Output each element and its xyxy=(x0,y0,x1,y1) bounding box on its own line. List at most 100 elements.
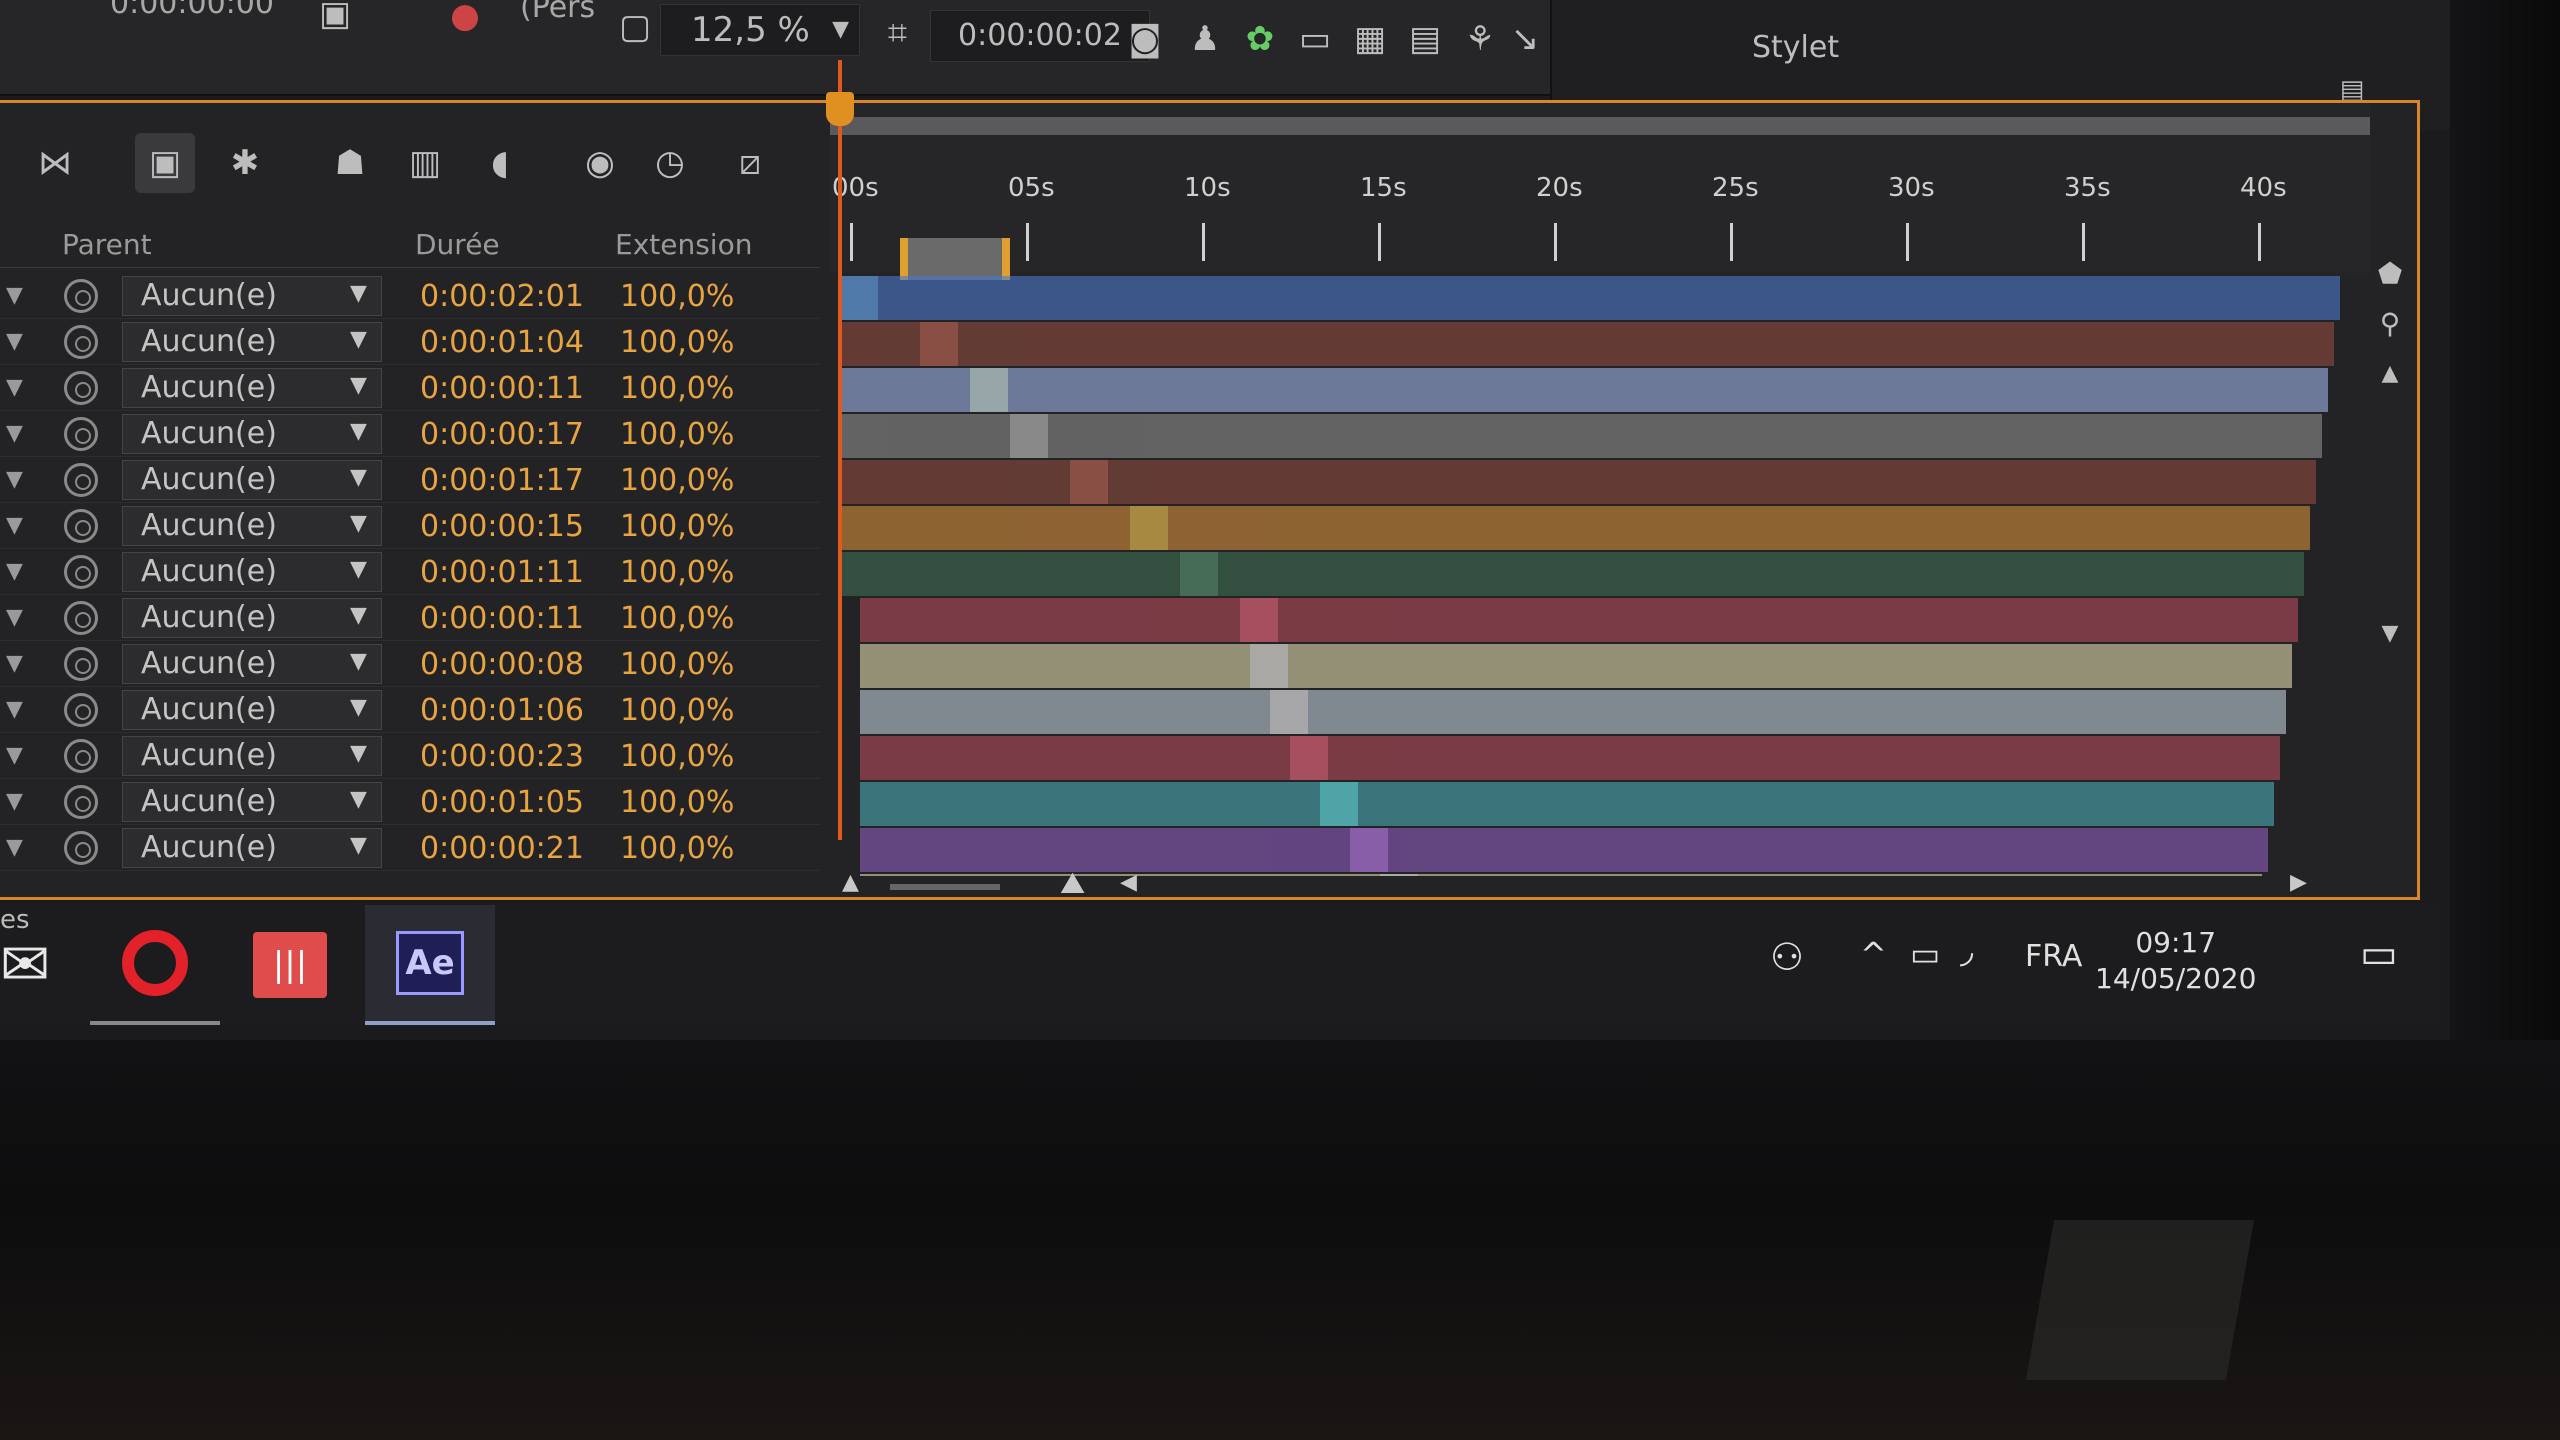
layer-bar[interactable] xyxy=(860,644,2292,688)
layer-in-segment[interactable] xyxy=(920,322,958,366)
stopwatch-icon[interactable]: ◷ xyxy=(640,133,700,193)
layer-duration[interactable]: 0:00:00:11 xyxy=(420,601,584,636)
pick-whip-icon[interactable] xyxy=(64,785,98,819)
shy-layers-icon[interactable]: ☗ xyxy=(320,133,380,193)
pick-whip-icon[interactable] xyxy=(64,601,98,635)
layer-in-segment[interactable] xyxy=(1130,506,1168,550)
layer-in-segment[interactable] xyxy=(1350,828,1388,872)
twirl-down-icon[interactable]: ▼ xyxy=(6,743,30,768)
parent-select[interactable]: Aucun(e) xyxy=(122,644,382,684)
parent-select[interactable]: Aucun(e) xyxy=(122,460,382,500)
transparency-icon[interactable]: ▭ xyxy=(1290,14,1340,64)
layer-bar[interactable] xyxy=(840,460,2316,504)
layer-bar[interactable] xyxy=(840,552,2304,596)
scroll-down-icon[interactable]: ▼ xyxy=(2370,613,2410,653)
layer-stretch[interactable]: 100,0% xyxy=(620,739,734,774)
parent-select[interactable]: Aucun(e) xyxy=(122,322,382,362)
panel-title-stylet[interactable]: Stylet xyxy=(1752,30,1839,65)
column-stretch[interactable]: Extension xyxy=(615,228,752,261)
layer-in-segment[interactable] xyxy=(1270,690,1308,734)
column-duration[interactable]: Durée xyxy=(415,228,500,261)
parent-select[interactable]: Aucun(e) xyxy=(122,598,382,638)
layer-row[interactable]: ▼ Aucun(e) ▼ 0:00:00:23 100,0% xyxy=(0,733,820,779)
layer-row[interactable]: ▼ Aucun(e) ▼ 0:00:02:01 100,0% xyxy=(0,273,820,319)
opera-app[interactable] xyxy=(90,905,220,1025)
layer-stretch[interactable]: 100,0% xyxy=(620,693,734,728)
twirl-down-icon[interactable]: ▼ xyxy=(6,789,30,814)
parent-select[interactable]: Aucun(e) xyxy=(122,506,382,546)
twirl-down-icon[interactable]: ▼ xyxy=(6,697,30,722)
layer-stretch[interactable]: 100,0% xyxy=(620,371,734,406)
motion-blur-icon[interactable]: ◖ xyxy=(470,133,530,193)
playhead-line[interactable] xyxy=(838,60,842,840)
graph-editor-icon[interactable]: ◉ xyxy=(570,133,630,193)
layer-duration[interactable]: 0:00:01:05 xyxy=(420,785,584,820)
layer-row[interactable]: ▼ Aucun(e) ▼ 0:00:01:05 100,0% xyxy=(0,779,820,825)
layer-duration[interactable]: 0:00:00:21 xyxy=(420,831,584,866)
layer-in-segment[interactable] xyxy=(1290,736,1328,780)
layer-in-segment[interactable] xyxy=(1010,414,1048,458)
layer-row[interactable]: ▼Aucun(e)▼0:00:01:13100,0% xyxy=(0,871,820,873)
checker-icon[interactable]: ▦ xyxy=(1345,14,1395,64)
layer-row[interactable]: ▼ Aucun(e) ▼ 0:00:00:11 100,0% xyxy=(0,595,820,641)
twirl-down-icon[interactable]: ▼ xyxy=(6,513,30,538)
pick-whip-icon[interactable] xyxy=(64,555,98,589)
draft-3d-icon[interactable]: ✱ xyxy=(215,133,275,193)
person-icon[interactable]: ♟ xyxy=(1180,14,1230,64)
people-icon[interactable]: ⚇ xyxy=(1770,935,1804,979)
zoom-select[interactable]: 12,5 % ▼ xyxy=(660,4,860,56)
layer-stretch[interactable]: 100,0% xyxy=(620,509,734,544)
layer-bar[interactable] xyxy=(840,506,2310,550)
graph-icon[interactable]: ⧄ xyxy=(720,133,780,193)
pick-whip-icon[interactable] xyxy=(64,647,98,681)
parent-select[interactable]: Aucun(e) xyxy=(122,690,382,730)
time-ruler[interactable]: 00s 05s 10s 15s 20s 25s 30s 35s 40s xyxy=(830,103,2370,280)
comment-icon[interactable]: ⚲ xyxy=(2370,303,2410,343)
layer-bar[interactable] xyxy=(840,414,2322,458)
zoom-out-icon[interactable]: ▲ xyxy=(842,870,859,895)
layer-in-segment[interactable] xyxy=(1070,460,1108,504)
layer-bar[interactable] xyxy=(860,782,2274,826)
layer-stretch[interactable]: 100,0% xyxy=(620,463,734,498)
parent-select[interactable]: Aucun(e) xyxy=(122,368,382,408)
frame-blending-icon[interactable]: ▥ xyxy=(395,133,455,193)
layer-stretch[interactable]: 100,0% xyxy=(620,555,734,590)
layer-duration[interactable]: 0:00:00:23 xyxy=(420,739,584,774)
scroll-right-icon[interactable]: ▶ xyxy=(2290,870,2307,895)
layer-in-segment[interactable] xyxy=(970,368,1008,412)
twirl-down-icon[interactable]: ▼ xyxy=(6,559,30,584)
layer-stretch[interactable]: 100,0% xyxy=(620,325,734,360)
pick-whip-icon[interactable] xyxy=(64,371,98,405)
layer-bar[interactable] xyxy=(840,276,2340,320)
view-mode-label[interactable]: (Pers xyxy=(520,0,595,25)
mail-app[interactable]: ✉ xyxy=(0,905,90,1025)
twirl-down-icon[interactable]: ▼ xyxy=(6,283,30,308)
parent-select[interactable]: Aucun(e) xyxy=(122,828,382,868)
layer-stretch[interactable]: 100,0% xyxy=(620,831,734,866)
app-red[interactable]: ||| xyxy=(225,905,355,1025)
layer-stretch[interactable]: 100,0% xyxy=(620,417,734,452)
pick-whip-icon[interactable] xyxy=(64,509,98,543)
notifications-icon[interactable]: ▭ xyxy=(2360,931,2398,977)
layer-row[interactable]: ▼ Aucun(e) ▼ 0:00:00:08 100,0% xyxy=(0,641,820,687)
layer-row[interactable]: ▼ Aucun(e) ▼ 0:00:00:17 100,0% xyxy=(0,411,820,457)
parent-select[interactable]: Aucun(e) xyxy=(122,782,382,822)
twirl-down-icon[interactable]: ▼ xyxy=(6,375,30,400)
twirl-down-icon[interactable]: ▼ xyxy=(6,329,30,354)
zoom-in-icon[interactable]: ⛰ xyxy=(1060,866,1085,901)
pick-whip-icon[interactable] xyxy=(64,279,98,313)
pick-whip-icon[interactable] xyxy=(64,739,98,773)
twirl-down-icon[interactable]: ▼ xyxy=(6,421,30,446)
pick-whip-icon[interactable] xyxy=(64,463,98,497)
layer-row[interactable]: ▼ Aucun(e) ▼ 0:00:01:04 100,0% xyxy=(0,319,820,365)
layer-duration[interactable]: 0:00:00:11 xyxy=(420,371,584,406)
wifi-icon[interactable]: ◞ xyxy=(1960,931,1973,971)
marker-icon[interactable]: ⬟ xyxy=(2370,253,2410,293)
layer-stretch[interactable]: 100,0% xyxy=(620,647,734,682)
layer-row[interactable]: ▼ Aucun(e) ▼ 0:00:01:11 100,0% xyxy=(0,549,820,595)
clock[interactable]: 09:17 14/05/2020 xyxy=(2095,925,2256,997)
layer-bar[interactable] xyxy=(860,736,2280,780)
layer-duration[interactable]: 0:00:00:08 xyxy=(420,647,584,682)
twirl-down-icon[interactable]: ▼ xyxy=(6,835,30,860)
twirl-down-icon[interactable]: ▼ xyxy=(6,467,30,492)
